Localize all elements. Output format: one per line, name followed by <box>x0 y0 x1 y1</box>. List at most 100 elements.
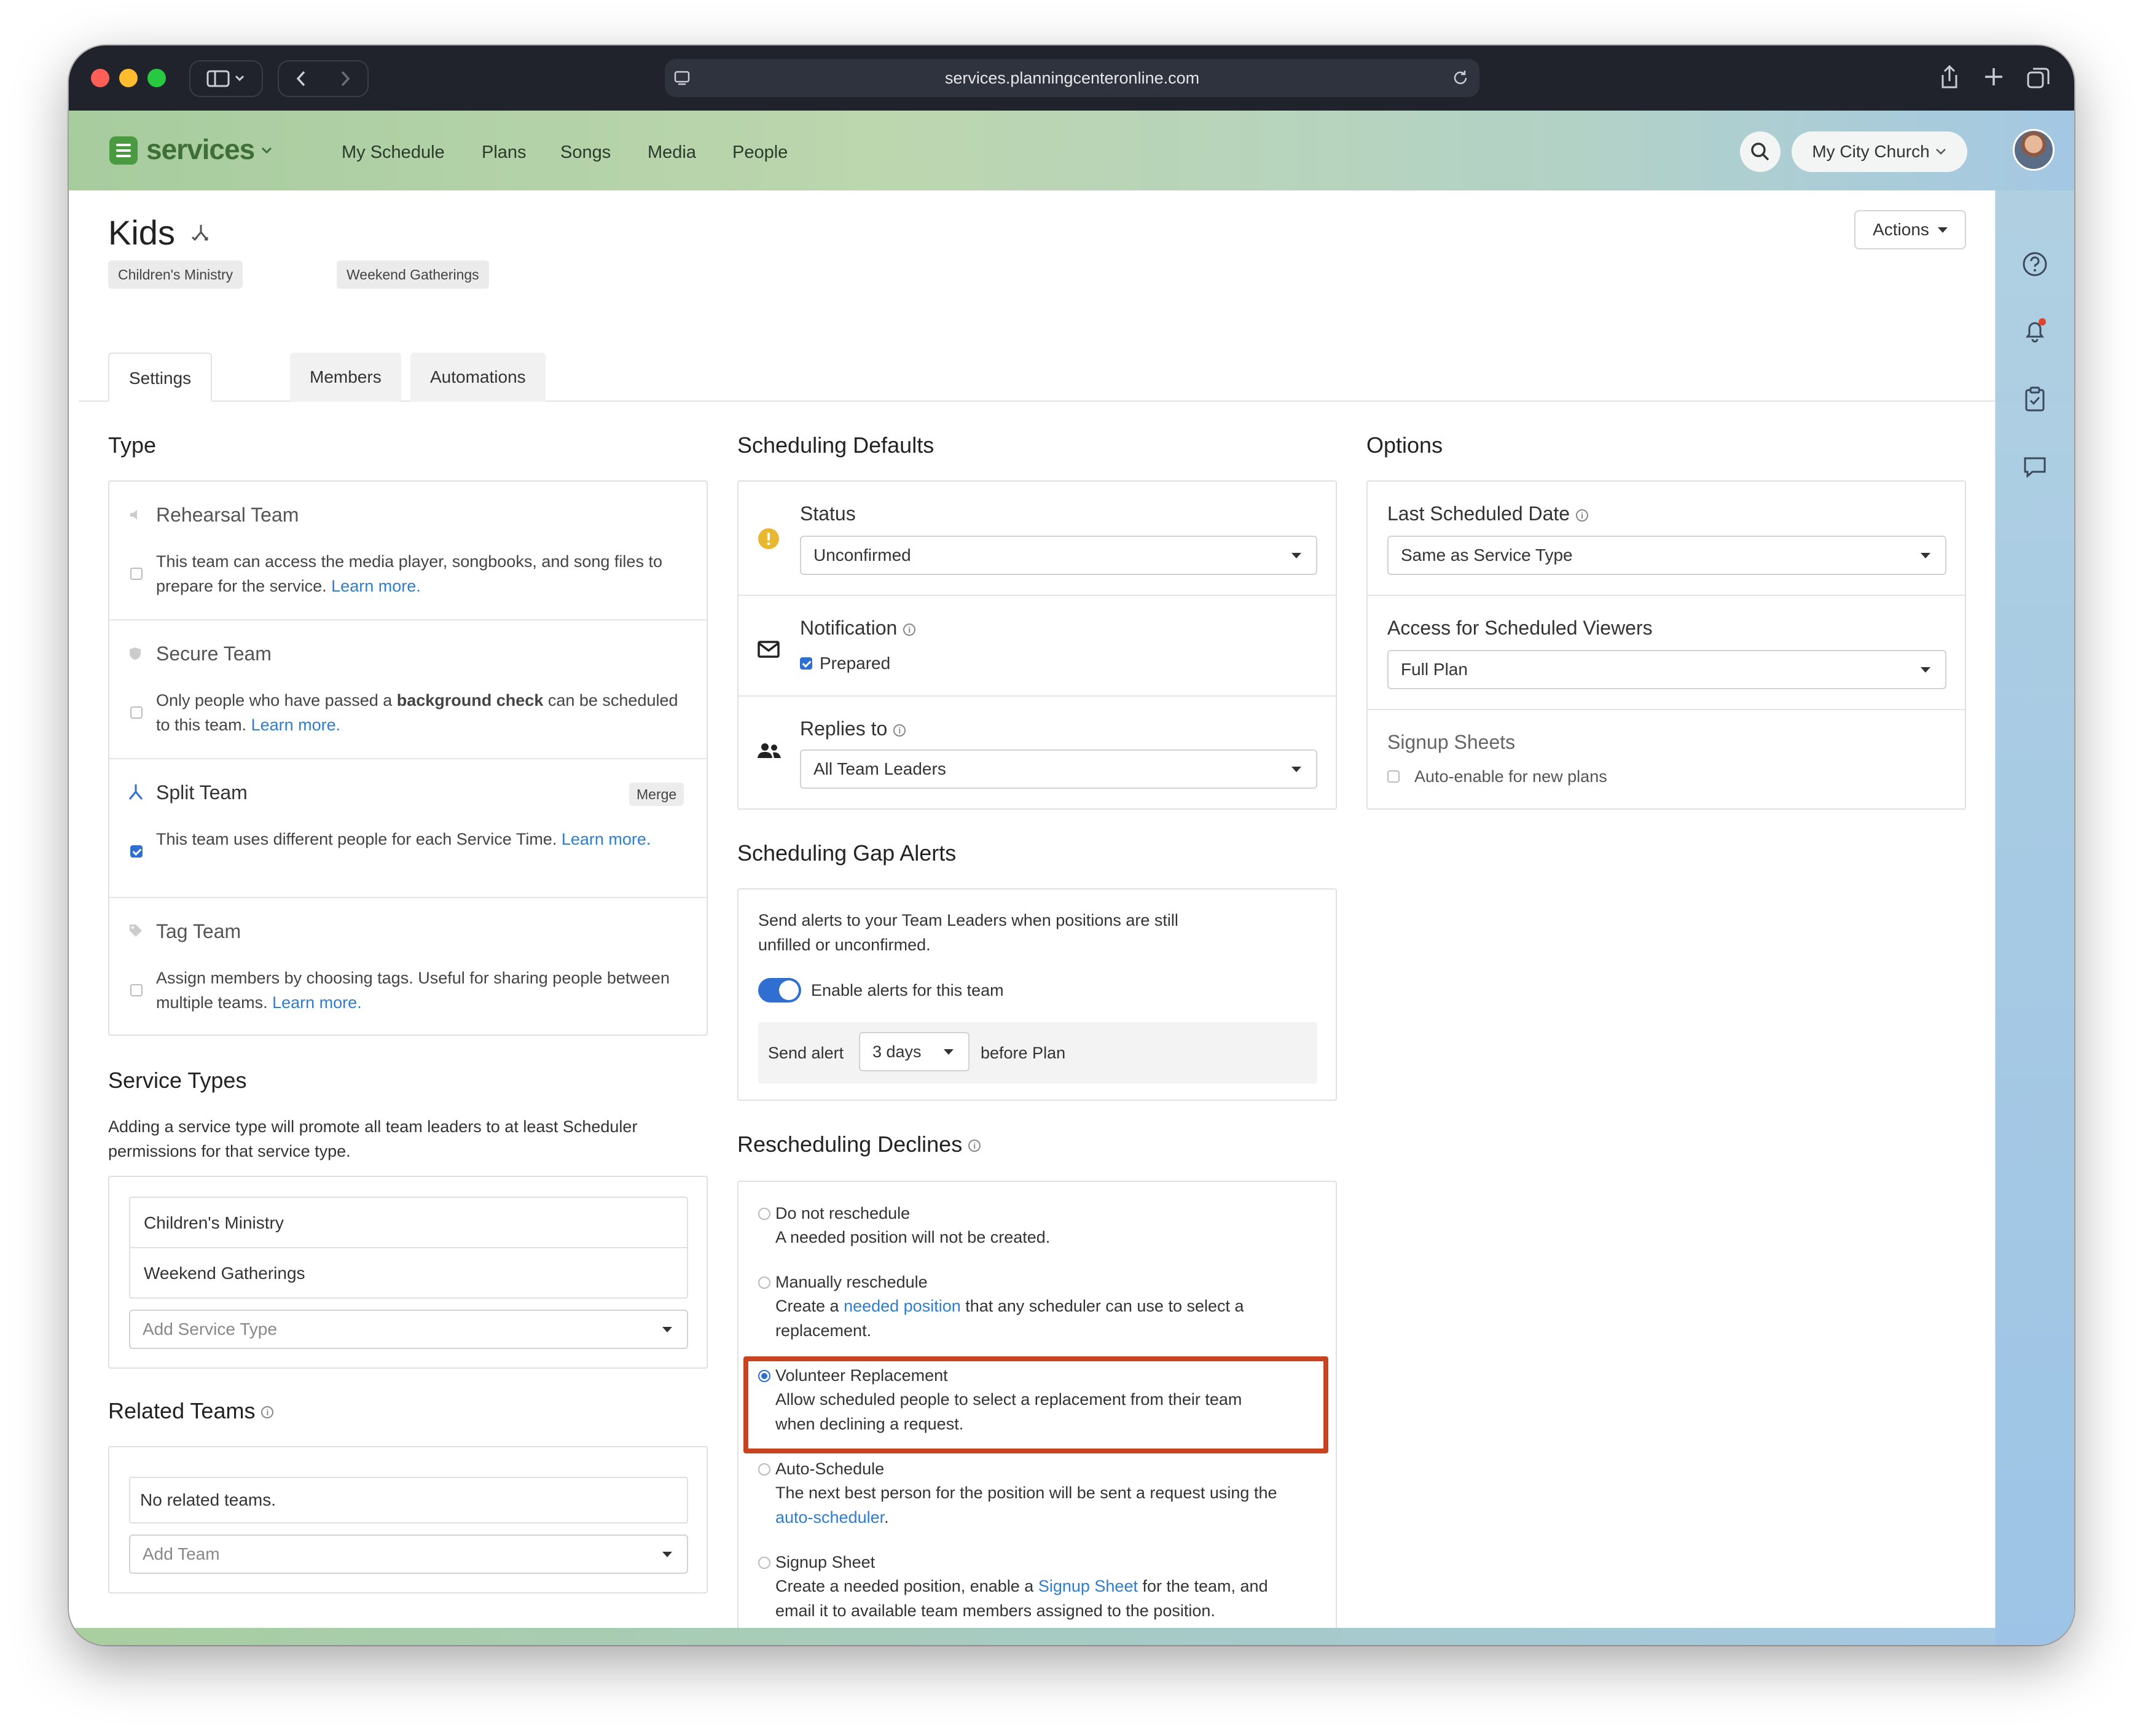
related-teams-panel: No related teams. Add Team <box>108 1446 708 1593</box>
address-bar[interactable]: services.planningcenteronline.com <box>665 59 1479 97</box>
enable-alerts-toggle[interactable] <box>758 978 801 1003</box>
share-icon[interactable] <box>1939 64 1960 90</box>
learn-more-link[interactable]: Learn more. <box>272 993 362 1012</box>
tag-team-title: Tag Team <box>156 920 241 942</box>
notifications-bell-icon[interactable] <box>2021 317 2048 344</box>
info-icon[interactable]: i <box>261 1406 274 1419</box>
reload-icon[interactable] <box>1451 69 1470 87</box>
add-service-type-select[interactable]: Add Service Type <box>129 1310 688 1349</box>
info-icon[interactable]: i <box>968 1140 981 1152</box>
auto-schedule-radio[interactable] <box>758 1463 770 1476</box>
related-teams-empty: No related teams. <box>140 1490 276 1509</box>
replies-to-select[interactable]: All Team Leaders <box>800 749 1317 789</box>
zoom-window-button[interactable] <box>147 69 166 87</box>
nav-people[interactable]: People <box>732 143 788 163</box>
minimize-window-button[interactable] <box>119 69 138 87</box>
status-value: Unconfirmed <box>813 545 911 565</box>
last-scheduled-date-value: Same as Service Type <box>1401 545 1573 565</box>
back-icon[interactable] <box>292 69 311 88</box>
scheduling-defaults-heading: Scheduling Defaults <box>737 432 934 458</box>
clipboard-icon[interactable] <box>2021 386 2048 413</box>
chat-icon[interactable] <box>2021 453 2048 480</box>
tab-settings[interactable]: Settings <box>108 353 213 402</box>
nav-plans[interactable]: Plans <box>482 143 527 163</box>
envelope-icon <box>758 641 780 658</box>
access-viewers-value: Full Plan <box>1401 660 1468 679</box>
tag-team-checkbox[interactable] <box>130 984 143 996</box>
split-team-desc: This team uses different people for each… <box>156 827 684 851</box>
option-desc: A needed position will not be created. <box>775 1228 1051 1246</box>
tag-icon <box>130 925 142 937</box>
chevron-down-icon[interactable] <box>261 146 273 155</box>
caret-down-icon <box>662 1552 672 1557</box>
sidebar-toggle-button[interactable] <box>189 60 263 97</box>
option-title: Signup Sheet <box>775 1553 876 1571</box>
rehearsal-team-checkbox[interactable] <box>130 568 143 580</box>
service-type-item[interactable]: Children's Ministry <box>130 1198 687 1248</box>
user-avatar[interactable] <box>2013 129 2055 171</box>
app-logo-text[interactable]: services <box>146 133 255 166</box>
service-types-heading: Service Types <box>108 1068 247 1093</box>
info-icon[interactable]: i <box>903 623 916 636</box>
close-window-button[interactable] <box>91 69 109 87</box>
info-icon[interactable]: i <box>893 724 906 737</box>
auto-scheduler-link[interactable]: auto-scheduler <box>775 1508 884 1527</box>
send-alert-row: Send alert 3 days before Plan <box>758 1022 1317 1084</box>
tab-automations[interactable]: Automations <box>410 353 546 402</box>
caret-down-icon <box>1921 553 1930 558</box>
alert-days-select[interactable]: 3 days <box>859 1032 970 1071</box>
alert-days-value: 3 days <box>872 1042 922 1061</box>
split-team-checkbox[interactable] <box>130 845 143 858</box>
learn-more-link[interactable]: Learn more. <box>331 577 421 595</box>
new-tab-icon[interactable] <box>1983 66 2004 87</box>
sidebar-icon <box>206 70 245 87</box>
add-team-select[interactable]: Add Team <box>129 1535 688 1574</box>
last-scheduled-date-label: Last Scheduled Date i <box>1387 502 1589 525</box>
actions-button[interactable]: Actions <box>1854 210 1966 249</box>
option-desc-pre: Create a needed position, enable a <box>775 1577 1038 1595</box>
rehearsal-team-desc: This team can access the media player, s… <box>156 549 684 598</box>
learn-more-link[interactable]: Learn more. <box>562 830 651 848</box>
access-viewers-select[interactable]: Full Plan <box>1387 650 1946 689</box>
add-team-placeholder: Add Team <box>143 1544 220 1563</box>
option-desc: The next best person for the position wi… <box>775 1480 1279 1530</box>
nav-my-schedule[interactable]: My Schedule <box>342 143 445 163</box>
forward-icon[interactable] <box>335 69 354 88</box>
tab-overview-icon[interactable] <box>2026 66 2051 90</box>
caret-down-icon <box>662 1327 672 1332</box>
last-scheduled-date-select[interactable]: Same as Service Type <box>1387 536 1946 575</box>
option-desc-pre: Create a <box>775 1297 844 1315</box>
signup-sheet-radio[interactable] <box>758 1557 770 1569</box>
signup-sheet-link[interactable]: Signup Sheet <box>1038 1577 1138 1595</box>
search-button[interactable] <box>1740 131 1781 172</box>
needed-position-link[interactable]: needed position <box>844 1297 961 1315</box>
tab-members[interactable]: Members <box>290 353 401 402</box>
nav-songs[interactable]: Songs <box>560 143 611 163</box>
row-divider <box>109 897 707 898</box>
merge-button[interactable]: Merge <box>629 783 684 806</box>
status-select[interactable]: Unconfirmed <box>800 536 1317 575</box>
service-type-item[interactable]: Weekend Gatherings <box>130 1248 687 1299</box>
nav-media[interactable]: Media <box>648 143 696 163</box>
prepared-checkbox[interactable] <box>800 657 812 670</box>
secure-team-checkbox[interactable] <box>130 706 143 719</box>
before-plan-label: before Plan <box>981 1044 1066 1062</box>
option-title: Manually reschedule <box>775 1273 928 1291</box>
do-not-reschedule-radio[interactable] <box>758 1208 770 1220</box>
learn-more-link[interactable]: Learn more. <box>251 716 341 734</box>
option-desc-post: . <box>884 1508 889 1527</box>
page-settings-icon[interactable] <box>673 70 692 86</box>
organization-switcher[interactable]: My City Church <box>1792 131 1967 172</box>
auto-enable-checkbox[interactable] <box>1387 770 1400 783</box>
replies-title: Replies to <box>800 717 888 740</box>
split-team-title: Split Team <box>156 781 248 803</box>
manually-reschedule-radio[interactable] <box>758 1277 770 1289</box>
info-icon[interactable]: i <box>1576 509 1589 522</box>
row-divider <box>1368 595 1965 596</box>
services-logo-icon[interactable] <box>109 136 138 165</box>
secure-team-title: Secure Team <box>156 643 272 665</box>
volunteer-replacement-radio[interactable] <box>758 1370 770 1382</box>
help-icon[interactable] <box>2021 251 2048 278</box>
option-title: Auto-Schedule <box>775 1460 885 1478</box>
row-divider <box>109 758 707 759</box>
